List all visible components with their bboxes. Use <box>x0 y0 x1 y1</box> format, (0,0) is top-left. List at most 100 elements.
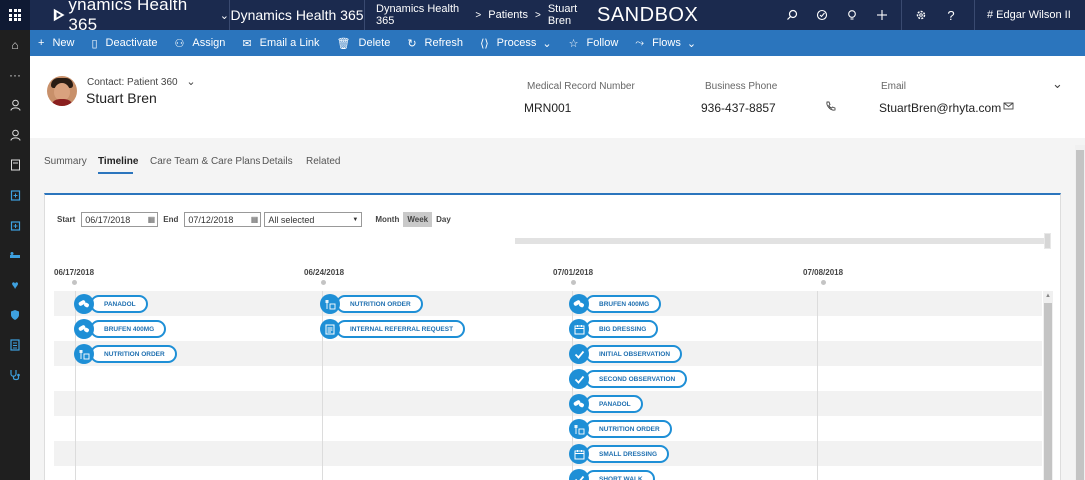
timeline-event[interactable]: BRUFEN 400MG <box>569 294 662 314</box>
assign-button[interactable]: ⚇ Assign <box>175 37 226 50</box>
user-name[interactable]: # Edgar Wilson II <box>974 0 1071 30</box>
lightbulb-icon[interactable] <box>837 0 867 30</box>
send-email-icon[interactable] <box>1003 101 1014 114</box>
form-selector[interactable]: Contact: Patient 360 ⌄ <box>87 75 196 88</box>
timeline-range-slider[interactable] <box>515 233 1051 249</box>
timeline-event[interactable]: NUTRITION ORDER <box>74 344 177 364</box>
calendar-icon[interactable]: ▦ <box>148 215 156 224</box>
calendar-icon[interactable]: ▦ <box>251 215 259 224</box>
delete-button-label: Delete <box>358 37 391 49</box>
timeline-event[interactable]: SECOND OBSERVATION <box>569 369 688 389</box>
delete-button[interactable]: 🗑 Delete <box>337 37 391 50</box>
tab-summary[interactable]: Summary <box>44 156 87 167</box>
chevron-right-icon: > <box>475 9 482 21</box>
refresh-button[interactable]: ↻ Refresh <box>407 37 463 50</box>
tab-timeline[interactable]: Timeline <box>98 156 138 167</box>
hospital-icon[interactable] <box>0 210 30 240</box>
home-icon[interactable]: ⌂ <box>0 30 30 60</box>
week-label: 07/08/2018 <box>803 268 844 277</box>
scroll-up-icon[interactable]: ▲ <box>1045 293 1051 299</box>
chevron-right-icon: > <box>534 9 541 21</box>
breadcrumb-item[interactable]: Patients <box>488 9 528 21</box>
timeline-event[interactable]: NUTRITION ORDER <box>569 419 672 439</box>
timeline-event[interactable]: SMALL DRESSING <box>569 444 670 464</box>
timeline-event-label: NUTRITION ORDER <box>585 420 672 438</box>
assign-icon: ⚇ <box>174 37 185 50</box>
refresh-icon: ↻ <box>407 37 417 50</box>
header-expand-chevron-icon[interactable]: ⌄ <box>1052 76 1063 92</box>
record-header: Contact: Patient 360 ⌄ Stuart Bren Medic… <box>30 56 1085 138</box>
pill-icon <box>74 319 94 339</box>
command-bar: + New ▯ Deactivate ⚇ Assign ✉ Email a Link 🗑… <box>30 30 1085 56</box>
start-date-input[interactable]: 06/17/2018 ▦ <box>81 212 159 227</box>
scroll-thumb[interactable] <box>1044 303 1052 480</box>
timeline-event[interactable]: BIG DRESSING <box>569 319 659 339</box>
week-view-button[interactable]: Week <box>403 212 433 227</box>
process-button[interactable]: ⟨⟩ Process ⌄ <box>480 37 552 50</box>
tab-strip: Summary Timeline Care Team & Care Plans … <box>30 138 1085 180</box>
month-view-button[interactable]: Month <box>371 212 403 227</box>
heart-icon[interactable]: ♥ <box>0 270 30 300</box>
tab-care-team[interactable]: Care Team & Care Plans <box>150 156 260 167</box>
week-label: 07/01/2018 <box>553 268 594 277</box>
slider-handle[interactable] <box>1044 233 1051 249</box>
page-scrollbar[interactable] <box>1075 145 1085 480</box>
trash-icon: 🗑 <box>336 37 351 50</box>
stethoscope-icon[interactable] <box>0 360 30 390</box>
timeline-event[interactable]: BRUFEN 400MG <box>74 319 167 339</box>
phone-value: 936-437-8857 <box>701 101 776 115</box>
deactivate-button[interactable]: ▯ Deactivate <box>91 37 157 50</box>
document-icon[interactable] <box>0 150 30 180</box>
app-launcher-icon[interactable] <box>0 0 30 30</box>
clipboard-icon[interactable] <box>0 180 30 210</box>
search-icon[interactable] <box>777 0 807 30</box>
patient-icon[interactable] <box>0 120 30 150</box>
timeline-event[interactable]: PANADOL <box>74 294 148 314</box>
notes-icon[interactable] <box>0 330 30 360</box>
timeline-event[interactable]: INTERNAL REFERRAL REQUEST <box>320 319 466 339</box>
event-type-select[interactable]: All selected ▼ <box>264 212 363 227</box>
form-name: Contact: Patient 360 <box>87 77 178 88</box>
cal-icon <box>569 444 589 464</box>
timeline-scrollbar[interactable]: ▲ <box>1043 291 1053 480</box>
phone-icon[interactable] <box>825 101 836 115</box>
more-icon[interactable]: ··· <box>0 60 30 90</box>
chevron-down-icon: ⌄ <box>686 37 697 50</box>
new-button[interactable]: + New <box>38 37 74 49</box>
gear-icon[interactable] <box>906 0 936 30</box>
help-icon[interactable]: ? <box>936 0 966 30</box>
timeline-event[interactable]: INITIAL OBSERVATION <box>569 344 683 364</box>
flows-button[interactable]: ⤳ Flows ⌄ <box>635 37 696 50</box>
timeline-event[interactable]: SHORT WALK <box>569 469 655 480</box>
task-icon[interactable] <box>807 0 837 30</box>
bed-icon[interactable] <box>0 240 30 270</box>
timeline-event[interactable]: PANADOL <box>569 394 643 414</box>
week-marker <box>571 280 576 285</box>
app-name[interactable]: Dynamics Health 365 <box>230 0 365 30</box>
timeline-event[interactable]: NUTRITION ORDER <box>320 294 423 314</box>
week-marker <box>72 280 77 285</box>
phone-label: Business Phone <box>705 81 778 92</box>
follow-button[interactable]: ☆ Follow <box>569 37 619 50</box>
tab-related[interactable]: Related <box>306 156 340 167</box>
end-date-input[interactable]: 07/12/2018 ▦ <box>184 212 262 227</box>
event-type-value: All selected <box>268 214 315 225</box>
contact-icon[interactable] <box>0 90 30 120</box>
cal-icon <box>569 319 589 339</box>
process-button-label: Process <box>496 37 537 49</box>
shield-icon[interactable] <box>0 300 30 330</box>
email-link-button[interactable]: ✉ Email a Link <box>242 37 319 50</box>
breadcrumb-item[interactable]: Dynamics Health 365 <box>376 3 468 27</box>
chevron-down-icon[interactable]: ⌄ <box>220 9 229 22</box>
timeline-event-label: BRUFEN 400MG <box>585 295 662 313</box>
food-icon <box>569 419 589 439</box>
check-icon <box>569 344 589 364</box>
day-view-button[interactable]: Day <box>432 212 455 227</box>
brand[interactable]: ynamics Health 365 ⌄ <box>30 0 230 34</box>
dropdown-arrow-icon: ▼ <box>352 216 359 223</box>
tab-details[interactable]: Details <box>262 156 293 167</box>
timeline-event-label: INITIAL OBSERVATION <box>585 345 683 363</box>
plus-icon[interactable] <box>867 0 897 30</box>
timeline-event-label: BIG DRESSING <box>585 320 659 338</box>
timeline-event-label: PANADOL <box>90 295 148 313</box>
